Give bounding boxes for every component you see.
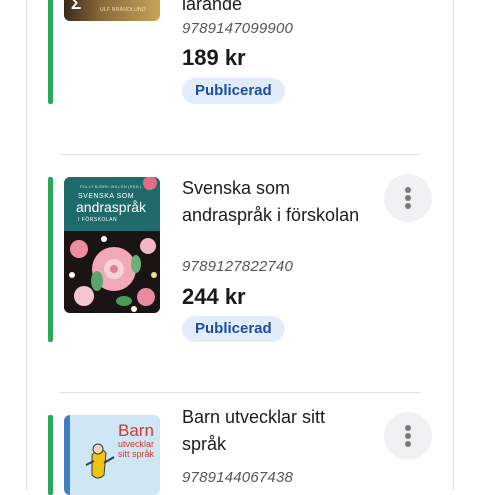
cover-author: POLLY BJÖRK-WILLÉN (RED.): [80, 184, 142, 189]
book-isbn: 9789144067438: [182, 469, 294, 486]
cover-line2: andraspråk: [76, 199, 147, 215]
book-title[interactable]: lärande: [182, 0, 372, 18]
book-isbn: 9789147099900: [182, 20, 294, 37]
book-cover[interactable]: Σ ULF BRÄNDLUND: [64, 0, 160, 21]
book-cover[interactable]: POLLY BJÖRK-WILLÉN (RED.) SVENSKA SOM an…: [64, 177, 160, 313]
item-divider: [59, 154, 421, 155]
more-vert-icon: [384, 174, 432, 222]
cover-line3: sitt språk: [118, 449, 155, 459]
sigma-glyph: Σ: [71, 0, 82, 13]
more-options-button[interactable]: [384, 174, 432, 222]
more-vert-icon: [384, 412, 432, 460]
status-badge: Publicerad: [182, 316, 285, 342]
book-list-panel: Σ ULF BRÄNDLUND lärande 9789147099900 18…: [26, 0, 454, 495]
cover-line1: Barn: [118, 421, 154, 440]
book-title[interactable]: Svenska som andraspråk i förskolan: [182, 175, 372, 229]
book-price: 244 kr: [182, 284, 246, 309]
status-accent-bar: [48, 415, 53, 495]
book-title[interactable]: Barn utvecklar sitt språk: [182, 404, 372, 458]
more-options-button[interactable]: [384, 412, 432, 460]
status-accent-bar: [48, 0, 53, 104]
cover-author: ULF BRÄNDLUND: [100, 7, 146, 13]
child-illustration: [85, 443, 115, 479]
status-badge: Publicerad: [182, 78, 285, 104]
status-accent-bar: [48, 177, 53, 342]
cover-line3: I FÖRSKOLAN: [78, 217, 118, 223]
flower-icon: [143, 177, 157, 190]
item-divider: [59, 392, 421, 393]
cover-line2: utvecklar: [118, 439, 155, 449]
book-isbn: 9789127822740: [182, 258, 294, 275]
book-price: 189 kr: [182, 45, 246, 70]
book-cover[interactable]: Barn utvecklar sitt språk: [64, 415, 160, 495]
cover-floral-pattern: [64, 231, 160, 313]
floral-illustration: [69, 236, 157, 312]
